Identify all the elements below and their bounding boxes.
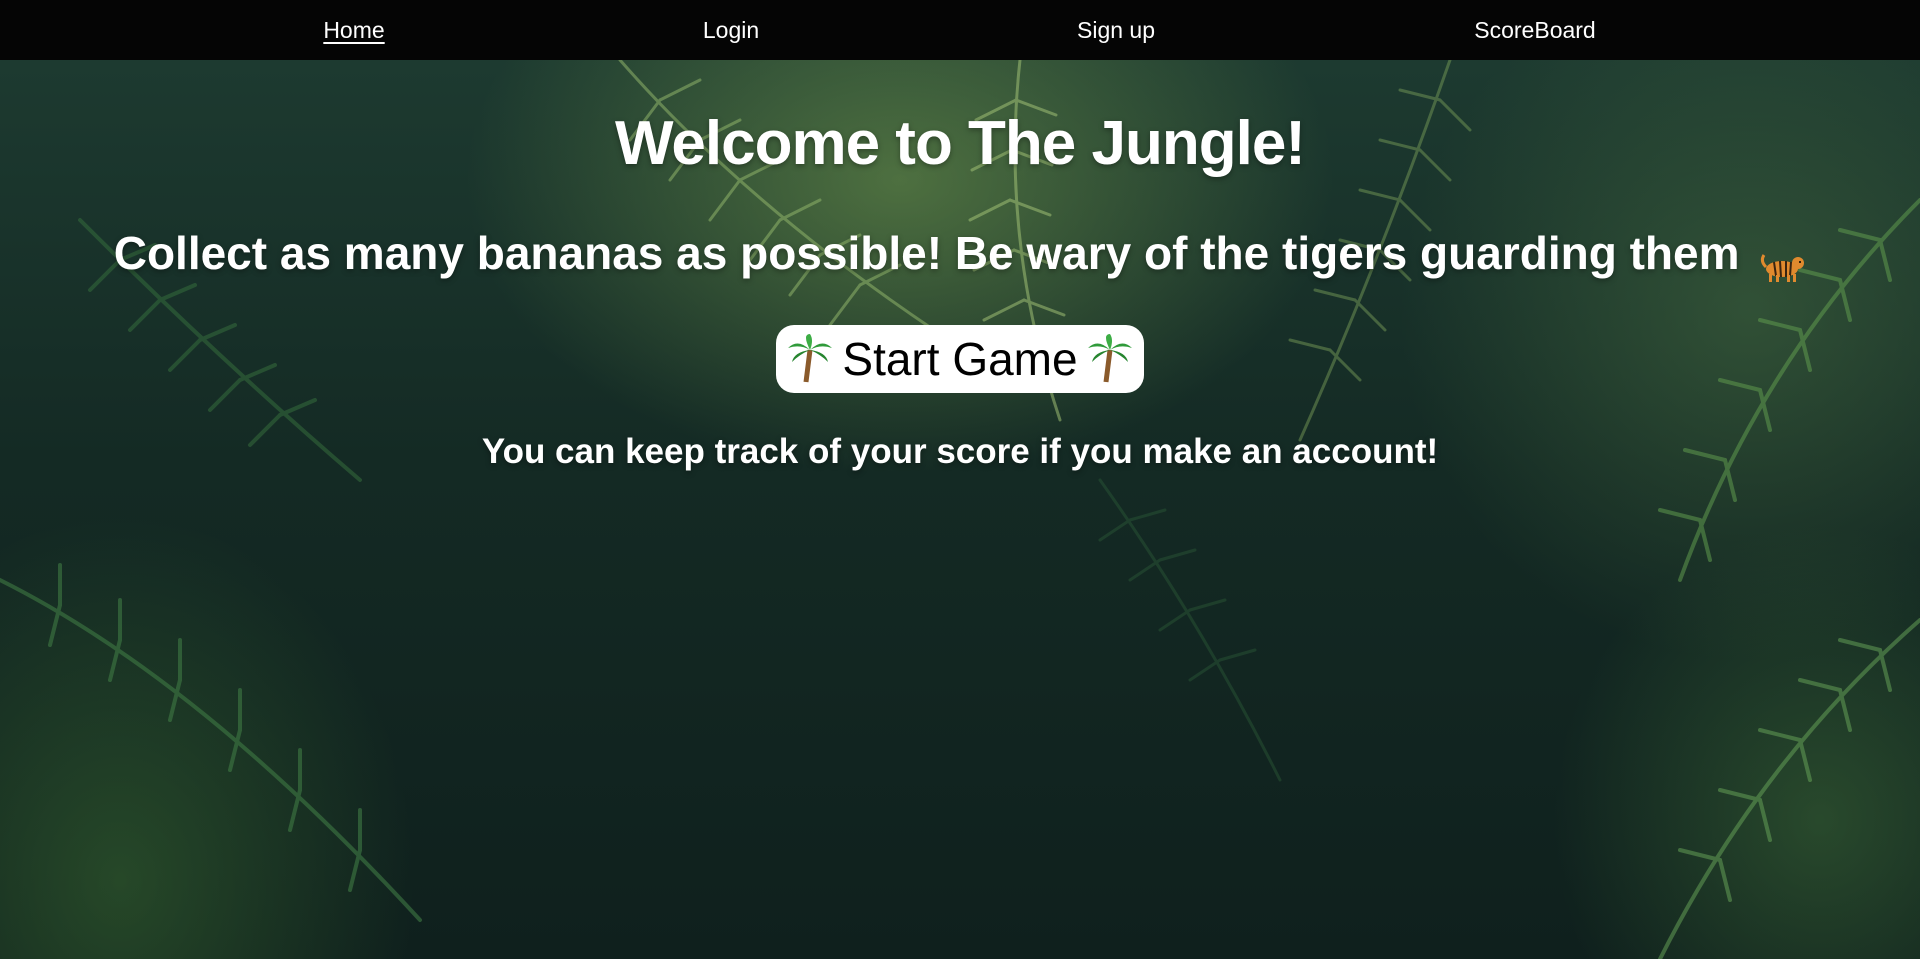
page-title: Welcome to The Jungle! bbox=[615, 109, 1306, 178]
account-note: You can keep track of your score if you … bbox=[481, 432, 1439, 471]
start-game-button[interactable]: Start Game bbox=[776, 325, 1144, 393]
jungle-background-image bbox=[0, 60, 1920, 959]
nav-link-home[interactable]: Home bbox=[323, 0, 384, 60]
tiger-icon bbox=[1760, 240, 1806, 282]
nav-link-login[interactable]: Login bbox=[703, 0, 759, 60]
palm-tree-icon bbox=[1087, 334, 1132, 384]
game-instructions: Collect as many bananas as possible! Be … bbox=[0, 226, 1920, 282]
start-game-label: Start Game bbox=[842, 333, 1078, 385]
palm-tree-icon bbox=[788, 334, 833, 384]
top-navbar: Home Login Sign up ScoreBoard bbox=[0, 0, 1920, 60]
nav-link-sign-up[interactable]: Sign up bbox=[1077, 0, 1155, 60]
instructions-text: Collect as many bananas as possible! Be … bbox=[113, 227, 1740, 279]
nav-link-scoreboard[interactable]: ScoreBoard bbox=[1474, 0, 1595, 60]
